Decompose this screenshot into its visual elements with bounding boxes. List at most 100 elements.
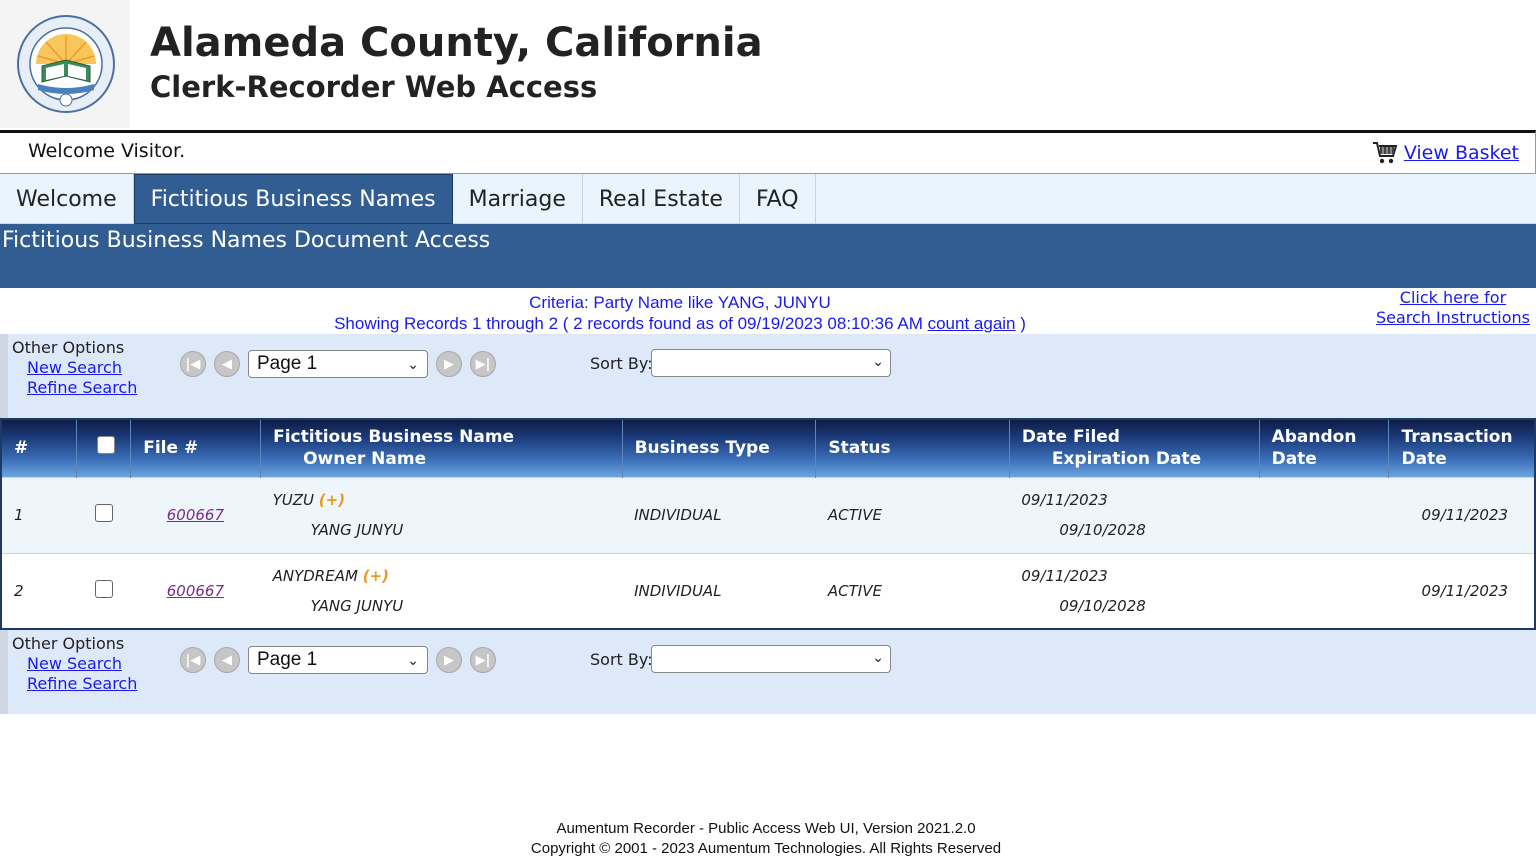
owner-name: YANG JUNYU — [310, 596, 404, 615]
abandon-date-cell — [1259, 476, 1389, 553]
tab-welcome[interactable]: Welcome — [0, 174, 134, 224]
col-business-type[interactable]: Business Type — [622, 419, 817, 477]
options-bar-bottom: Other Options New Search Refine Search |… — [0, 630, 1536, 714]
tab-real-estate[interactable]: Real Estate — [583, 174, 740, 224]
col-business-name[interactable]: Fictitious Business Name Owner Name — [260, 419, 623, 477]
section-banner: Fictitious Business Names Document Acces… — [0, 224, 1536, 288]
previous-page-icon[interactable]: ◀ — [214, 647, 240, 673]
search-instructions-link-line1[interactable]: Click here for — [1400, 288, 1506, 307]
welcome-message: Welcome Visitor. — [28, 140, 186, 162]
records-summary-close: ) — [1015, 314, 1026, 333]
tab-faq[interactable]: FAQ — [740, 174, 816, 224]
sort-by-label: Sort By: — [590, 650, 653, 669]
welcome-bar: Welcome Visitor. View Basket — [0, 130, 1536, 174]
business-name: YUZU — [272, 491, 314, 509]
criteria-text: Criteria: Party Name like YANG, JUNYU — [529, 293, 831, 312]
date-filed-cell: 09/11/2023 09/10/2028 — [1009, 552, 1260, 629]
page-subtitle: Clerk-Recorder Web Access — [150, 70, 598, 104]
status-cell: ACTIVE — [815, 476, 1010, 553]
shopping-cart-icon[interactable] — [1372, 141, 1398, 165]
row-number: 1 — [1, 476, 77, 553]
col-select-all[interactable] — [76, 419, 132, 477]
owner-name: YANG JUNYU — [310, 521, 404, 539]
row-select-cell — [76, 476, 131, 553]
last-page-icon[interactable]: ▶| — [470, 351, 496, 377]
col-number[interactable]: # — [1, 419, 78, 477]
records-summary-text: Showing Records 1 through 2 ( 2 records … — [334, 314, 928, 333]
tab-fictitious-business-names[interactable]: Fictitious Business Names — [133, 174, 453, 224]
other-options-label: Other Options — [12, 634, 125, 653]
table-row: 1 600667 YUZU (+) YANG JUNYU INDIVIDUAL A… — [1, 476, 1535, 553]
page-select[interactable]: Page 1 ⌄ — [248, 350, 428, 378]
first-page-icon[interactable]: |◀ — [180, 351, 206, 377]
col-transaction-date[interactable]: Transaction Date — [1388, 419, 1535, 477]
file-number-link[interactable]: 600667 — [167, 506, 224, 524]
row-checkbox[interactable] — [94, 579, 113, 598]
next-page-icon[interactable]: ▶ — [436, 351, 462, 377]
col-date-filed[interactable]: Date Filed Expiration Date — [1009, 419, 1260, 477]
table-header-row: # File # Fictitious Business Name Owner N… — [1, 419, 1535, 477]
page-footer: Aumentum Recorder - Public Access Web UI… — [0, 819, 1532, 857]
transaction-date-cell: 09/11/2023 — [1388, 476, 1535, 553]
date-filed-cell: 09/11/2023 09/10/2028 — [1009, 476, 1260, 553]
previous-page-icon[interactable]: ◀ — [214, 351, 240, 377]
other-options-label: Other Options — [12, 338, 125, 357]
col-transaction-line2: Date — [1401, 449, 1447, 470]
col-date-filed-line1: Date Filed — [1021, 427, 1120, 448]
file-number-cell: 600667 — [130, 552, 261, 629]
col-business-name-line1: Fictitious Business Name — [273, 427, 515, 448]
records-summary: Showing Records 1 through 2 ( 2 records … — [0, 313, 1360, 334]
section-title: Fictitious Business Names Document Acces… — [2, 228, 491, 253]
tab-marriage[interactable]: Marriage — [453, 174, 583, 224]
business-name-cell: ANYDREAM (+) YANG JUNYU — [260, 552, 623, 629]
select-all-checkbox[interactable] — [97, 436, 116, 455]
col-status[interactable]: Status — [815, 419, 1010, 477]
file-number-link[interactable]: 600667 — [167, 582, 224, 600]
date-filed: 09/11/2023 — [1021, 566, 1108, 585]
col-abandon-line2: Date — [1271, 449, 1317, 470]
abandon-date-cell — [1259, 552, 1389, 629]
chevron-down-icon: ⌄ — [872, 650, 884, 666]
expand-details-link[interactable]: (+) — [319, 491, 345, 509]
view-basket[interactable]: View Basket — [1372, 141, 1519, 165]
count-again-link[interactable]: count again — [928, 314, 1016, 333]
county-seal-logo — [17, 15, 115, 113]
pager: |◀ ◀ Page 1 ⌄ ▶ ▶| — [180, 646, 496, 674]
page-select[interactable]: Page 1 ⌄ — [248, 646, 428, 674]
expiration-date: 09/10/2028 — [1059, 521, 1146, 539]
sort-by-label: Sort By: — [590, 354, 653, 373]
new-search-link[interactable]: New Search — [27, 654, 122, 673]
expiration-date: 09/10/2028 — [1059, 596, 1146, 615]
col-abandon-date[interactable]: Abandon Date — [1259, 419, 1390, 477]
search-criteria: Criteria: Party Name like YANG, JUNYU Sh… — [0, 292, 1360, 334]
new-search-link[interactable]: New Search — [27, 358, 122, 377]
sort-by-select[interactable]: ⌄ — [651, 349, 891, 377]
col-expiration-date: Expiration Date — [1051, 449, 1202, 470]
expand-details-link[interactable]: (+) — [363, 567, 389, 585]
chevron-down-icon: ⌄ — [407, 355, 419, 372]
chevron-down-icon: ⌄ — [407, 651, 419, 668]
row-number: 2 — [1, 552, 77, 629]
view-basket-link[interactable]: View Basket — [1404, 142, 1519, 164]
date-filed: 09/11/2023 — [1021, 491, 1108, 509]
chevron-down-icon: ⌄ — [872, 354, 884, 370]
last-page-icon[interactable]: ▶| — [470, 647, 496, 673]
refine-search-link[interactable]: Refine Search — [27, 378, 137, 397]
business-type-cell: INDIVIDUAL — [622, 552, 816, 629]
sort-by-select[interactable]: ⌄ — [651, 645, 891, 673]
table-row: 2 600667 ANYDREAM (+) YANG JUNYU INDIVIDU… — [1, 552, 1535, 629]
col-abandon-line1: Abandon — [1271, 427, 1357, 448]
business-name-cell: YUZU (+) YANG JUNYU — [260, 476, 623, 553]
options-bar-top: Other Options New Search Refine Search |… — [0, 334, 1536, 418]
business-name: ANYDREAM — [272, 566, 358, 585]
transaction-date-cell: 09/11/2023 — [1388, 552, 1535, 629]
refine-search-link[interactable]: Refine Search — [27, 674, 137, 693]
row-checkbox[interactable] — [94, 504, 113, 522]
col-file-number[interactable]: File # — [130, 419, 262, 477]
file-number-cell: 600667 — [130, 476, 261, 553]
search-instructions-link-line2[interactable]: Search Instructions — [1376, 308, 1530, 327]
next-page-icon[interactable]: ▶ — [436, 647, 462, 673]
first-page-icon[interactable]: |◀ — [180, 647, 206, 673]
search-instructions[interactable]: Click here for Search Instructions — [1376, 288, 1530, 328]
results-table: # File # Fictitious Business Name Owner N… — [0, 418, 1536, 630]
